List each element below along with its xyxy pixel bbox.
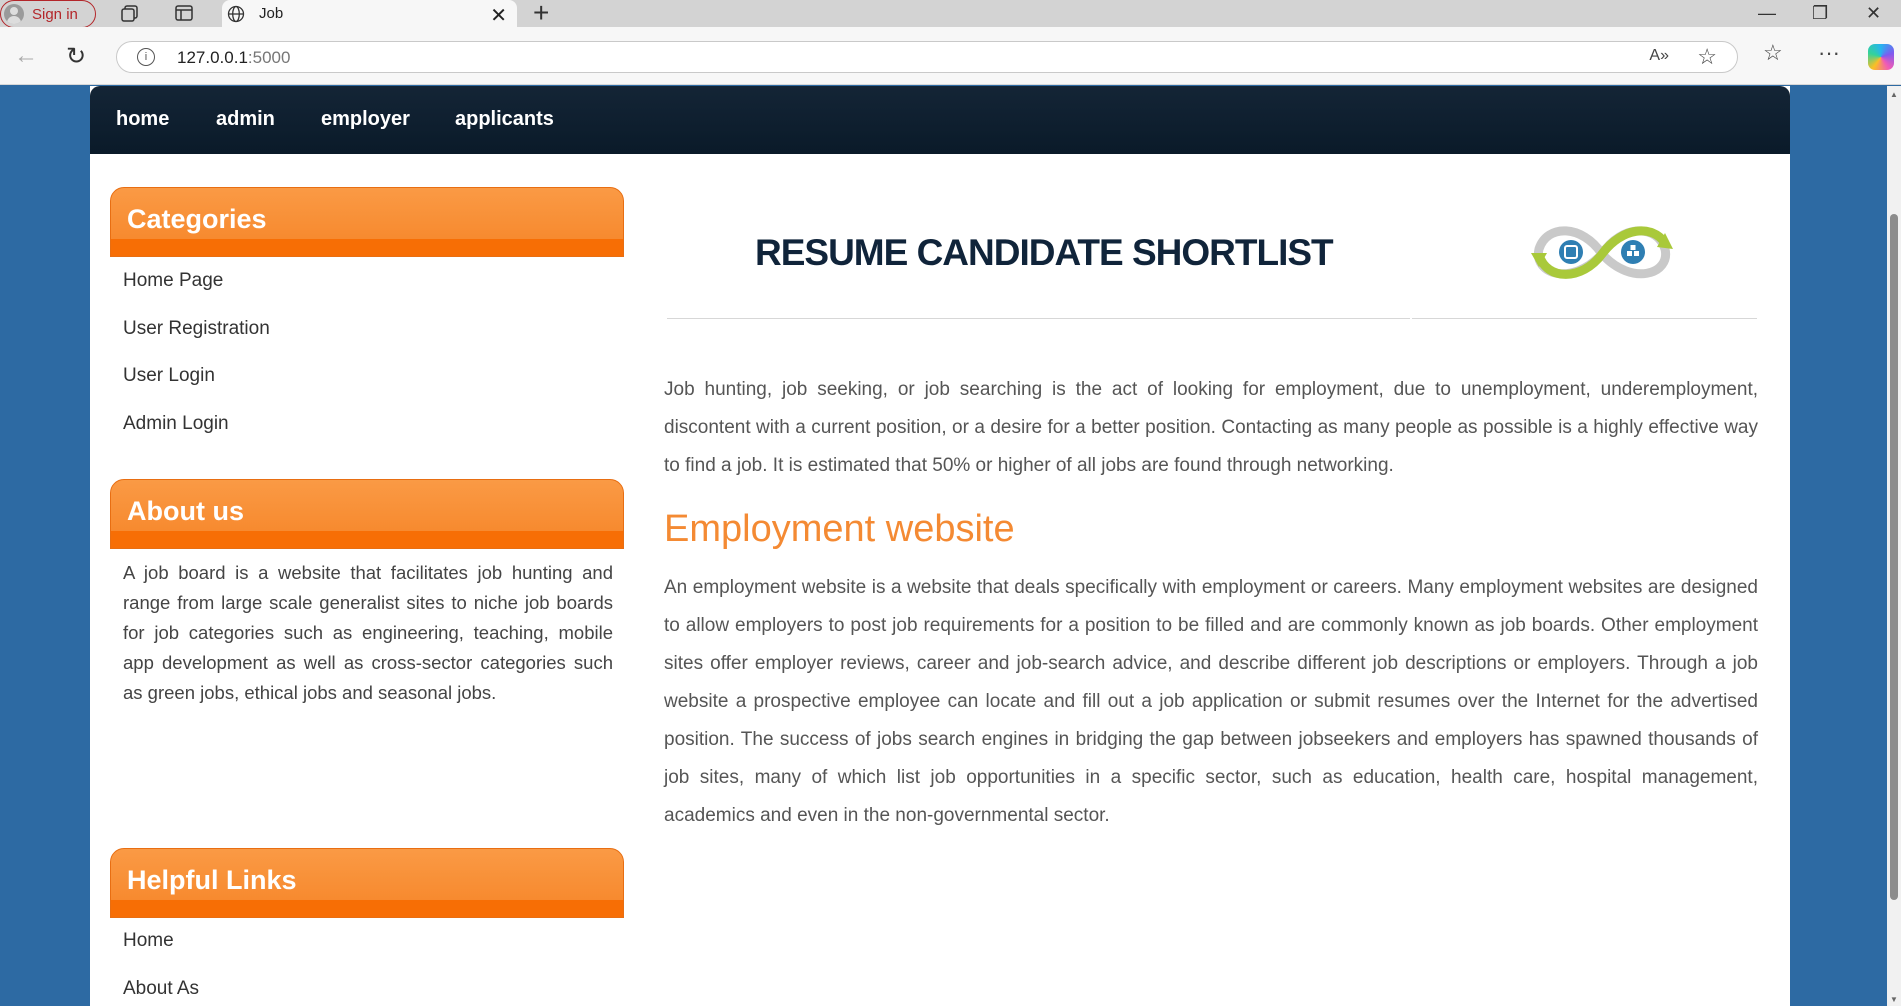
sidebar-link-admin-login[interactable]: Admin Login — [123, 413, 229, 435]
nav-applicants[interactable]: applicants — [455, 108, 554, 131]
about-text: A job board is a website that facilitate… — [123, 562, 613, 703]
refresh-icon[interactable]: ↻ — [66, 42, 86, 71]
title-divider-right — [1412, 318, 1757, 319]
copilot-icon[interactable] — [1868, 44, 1894, 70]
helpful-links-title: Helpful Links — [127, 865, 297, 895]
new-tab-icon[interactable]: + — [533, 0, 549, 27]
nav-employer[interactable]: employer — [321, 108, 410, 131]
url-text: 127.0.0.1:5000 — [177, 48, 291, 67]
favorite-star-icon[interactable]: ☆ — [1697, 44, 1717, 70]
infinity-logo-icon — [1531, 226, 1673, 279]
page-title: RESUME CANDIDATE SHORTLIST — [755, 232, 1334, 273]
intro-paragraph: Job hunting, job seeking, or job searchi… — [664, 379, 1758, 476]
browser-tab-job[interactable]: Job ✕ — [222, 0, 517, 27]
top-navigation: home admin employer applicants — [90, 86, 1790, 154]
sidebar-link-home-page[interactable]: Home Page — [123, 270, 223, 292]
page-scrollbar[interactable]: ▲ ▼ — [1887, 86, 1901, 1006]
tab-actions-icon[interactable] — [174, 4, 194, 22]
sign-in-label: Sign in — [32, 5, 78, 23]
profile-icon — [4, 4, 24, 24]
close-window-icon[interactable]: ✕ — [1866, 0, 1881, 26]
helpful-link-about[interactable]: About As — [123, 978, 199, 1000]
helpful-links-header: Helpful Links — [110, 848, 624, 918]
address-bar-row: ← ↻ i 127.0.0.1:5000 A» ☆ ☆ ··· — [0, 27, 1901, 85]
title-divider-left — [667, 318, 1410, 319]
globe-icon — [227, 5, 245, 22]
read-aloud-icon[interactable]: A» — [1649, 47, 1669, 65]
url-field[interactable]: i 127.0.0.1:5000 A» ☆ — [116, 41, 1738, 73]
sidebar-link-user-registration[interactable]: User Registration — [123, 318, 270, 340]
employment-paragraph: An employment website is a website that … — [664, 577, 1758, 826]
categories-header: Categories — [110, 187, 624, 257]
scroll-thumb[interactable] — [1890, 214, 1898, 900]
workspaces-icon[interactable] — [121, 4, 141, 22]
site-container: home admin employer applicants Categorie… — [90, 86, 1790, 1006]
helpful-link-home[interactable]: Home — [123, 930, 174, 952]
sidebar-link-user-login[interactable]: User Login — [123, 365, 215, 387]
more-options-icon[interactable]: ··· — [1818, 40, 1840, 66]
nav-home[interactable]: home — [116, 108, 169, 131]
tab-title: Job — [259, 5, 284, 22]
site-info-icon[interactable]: i — [137, 48, 155, 66]
browser-tab-bar: Sign in Job ✕ + — ❐ ✕ — [0, 0, 1901, 28]
minimize-icon[interactable]: — — [1758, 0, 1776, 26]
back-icon[interactable]: ← — [14, 42, 38, 70]
favorites-icon[interactable]: ☆ — [1763, 40, 1783, 66]
about-header: About us — [110, 479, 624, 549]
sign-in-button[interactable]: Sign in — [0, 0, 96, 28]
restore-icon[interactable]: ❐ — [1812, 0, 1828, 26]
close-tab-icon[interactable]: ✕ — [490, 3, 507, 28]
nav-admin[interactable]: admin — [216, 108, 275, 131]
about-title: About us — [127, 496, 244, 526]
scroll-up-icon[interactable]: ▲ — [1890, 90, 1898, 99]
employment-website-heading: Employment website — [664, 508, 1015, 550]
scroll-down-icon[interactable]: ▼ — [1890, 995, 1898, 1004]
categories-title: Categories — [127, 204, 267, 234]
